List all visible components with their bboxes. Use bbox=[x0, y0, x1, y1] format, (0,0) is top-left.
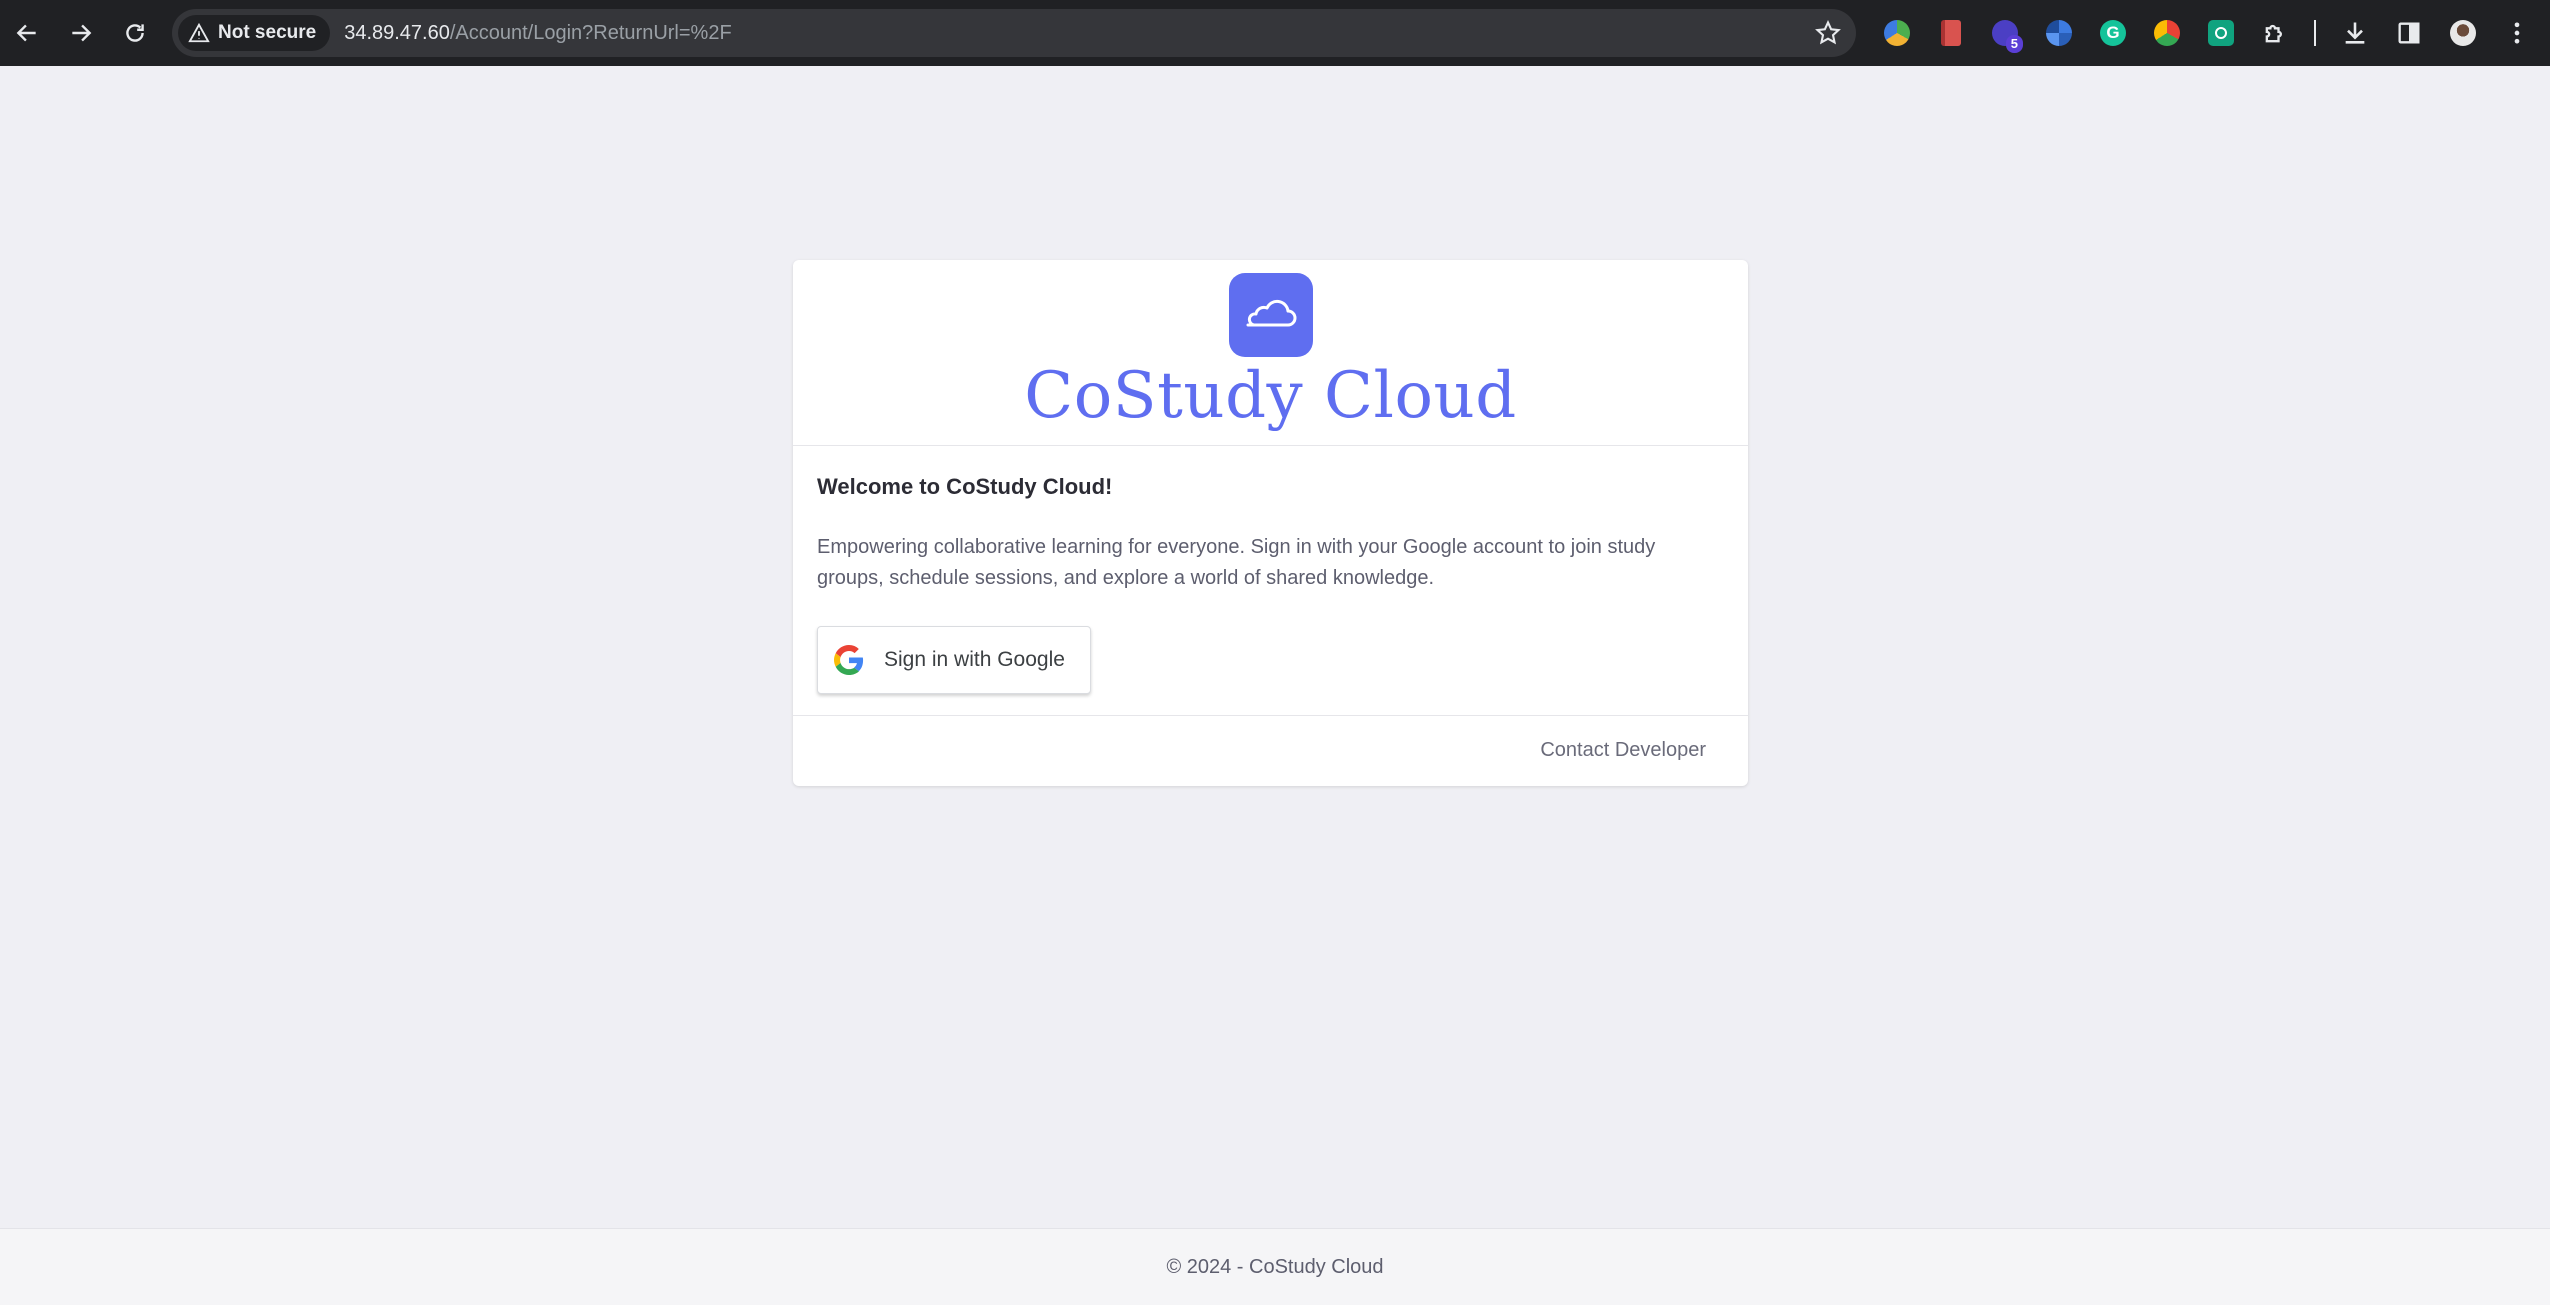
side-panel-icon bbox=[2398, 22, 2420, 44]
browser-toolbar: Not secure 34.89.47.60/Account/Login?Ret… bbox=[0, 0, 2550, 66]
reload-button[interactable] bbox=[108, 0, 162, 66]
extension-button[interactable] bbox=[2140, 0, 2194, 66]
chatgpt-extension-icon bbox=[2208, 20, 2234, 46]
bookmark-star-icon[interactable] bbox=[1814, 19, 1842, 47]
cloud-icon bbox=[1246, 299, 1296, 327]
extension-button[interactable] bbox=[1924, 0, 1978, 66]
browser-menu-button[interactable] bbox=[2490, 0, 2544, 66]
warning-icon bbox=[188, 22, 210, 43]
blue-shutter-extension-icon bbox=[2046, 20, 2072, 46]
page-footer: © 2024 - CoStudy Cloud bbox=[0, 1228, 2550, 1305]
extension-button[interactable] bbox=[2032, 0, 2086, 66]
extension-button[interactable] bbox=[1870, 0, 1924, 66]
extension-button[interactable]: 5 bbox=[1978, 0, 2032, 66]
side-panel-button[interactable] bbox=[2382, 0, 2436, 66]
arrow-left-icon bbox=[16, 24, 36, 42]
back-button[interactable] bbox=[0, 0, 54, 66]
welcome-heading: Welcome to CoStudy Cloud! bbox=[817, 474, 1113, 499]
url-text[interactable]: 34.89.47.60/Account/Login?ReturnUrl=%2F bbox=[344, 22, 731, 45]
chrome-extension-icon bbox=[2154, 20, 2180, 46]
red-book-extension-icon bbox=[1941, 20, 1961, 46]
welcome-description: Empowering collaborative learning for ev… bbox=[817, 536, 1656, 589]
address-bar[interactable]: Not secure 34.89.47.60/Account/Login?Ret… bbox=[172, 9, 1856, 57]
app-logo bbox=[1228, 273, 1313, 357]
security-label: Not secure bbox=[218, 22, 317, 43]
card-footer: Contact Developer bbox=[793, 716, 1748, 785]
copyright-text: © 2024 - CoStudy Cloud bbox=[1166, 1255, 1384, 1278]
arrow-right-icon bbox=[72, 24, 92, 42]
sign-in-with-google-button[interactable]: Sign in with Google bbox=[817, 626, 1091, 694]
toolbar-divider bbox=[2314, 20, 2316, 46]
download-icon bbox=[2345, 22, 2365, 44]
extension-button[interactable] bbox=[2194, 0, 2248, 66]
forward-button[interactable] bbox=[54, 0, 108, 66]
url-path: /Account/Login?ReturnUrl=%2F bbox=[449, 21, 732, 44]
contact-developer-link[interactable]: Contact Developer bbox=[1540, 739, 1706, 762]
security-indicator[interactable]: Not secure bbox=[178, 15, 331, 51]
card-header: CoStudy Cloud bbox=[793, 260, 1748, 446]
more-vertical-icon bbox=[2514, 22, 2520, 44]
extensions-bar: 5 G bbox=[1870, 0, 2544, 66]
profile-button[interactable] bbox=[2436, 0, 2490, 66]
downloads-button[interactable] bbox=[2328, 0, 2382, 66]
puzzle-icon bbox=[2265, 24, 2282, 43]
url-host: 34.89.47.60 bbox=[344, 21, 450, 44]
login-card: CoStudy Cloud Welcome to CoStudy Cloud! … bbox=[793, 260, 1748, 786]
avatar bbox=[2450, 20, 2476, 46]
google-button-label: Sign in with Google bbox=[884, 648, 1065, 671]
grammarly-extension-icon: G bbox=[2100, 20, 2126, 46]
colorful-circle-extension-icon bbox=[1884, 20, 1910, 46]
brand-title: CoStudy Cloud bbox=[1024, 359, 1517, 433]
extension-button[interactable]: G bbox=[2086, 0, 2140, 66]
extension-badge: 5 bbox=[2005, 35, 2023, 53]
card-body: Welcome to CoStudy Cloud! Empowering col… bbox=[793, 446, 1748, 716]
google-icon bbox=[834, 645, 864, 675]
reload-icon bbox=[126, 24, 144, 42]
extensions-menu-button[interactable] bbox=[2248, 0, 2302, 66]
